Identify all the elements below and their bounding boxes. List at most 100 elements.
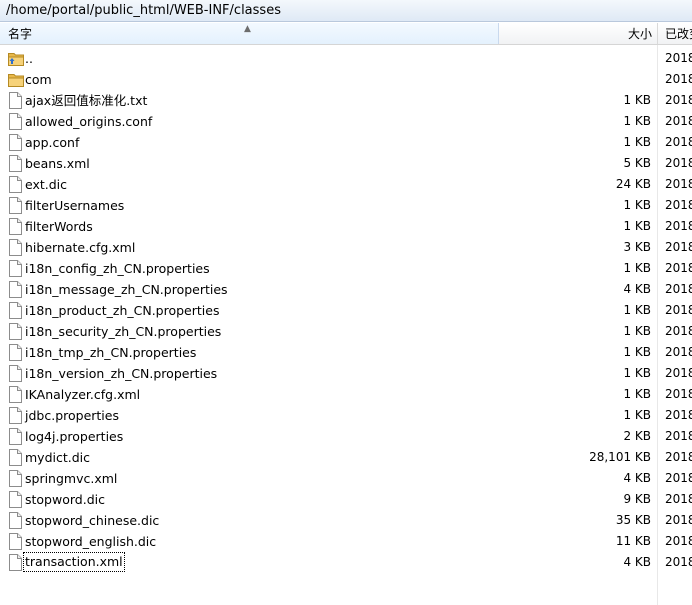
file-icon [8, 407, 22, 424]
file-row[interactable]: IKAnalyzer.cfg.xml 1 KB 2018 [0, 384, 692, 405]
file-size: 1 KB [623, 135, 651, 149]
column-date-label: 已改变 [665, 27, 692, 41]
file-date: 2018 [665, 555, 692, 569]
file-icon [8, 323, 22, 340]
file-icon [8, 491, 22, 508]
file-row[interactable]: com 2018 [0, 69, 692, 90]
file-date: 2018 [665, 429, 692, 443]
file-date: 2018 [665, 471, 692, 485]
file-date: 2018 [665, 450, 692, 464]
file-row[interactable]: ajax返回值标准化.txt 1 KB 2018 [0, 90, 692, 111]
file-icon [8, 470, 22, 487]
path-text: /home/portal/public_html/WEB-INF/classes [6, 3, 281, 18]
file-row[interactable]: i18n_tmp_zh_CN.properties 1 KB 2018 [0, 342, 692, 363]
file-name: com [25, 72, 52, 87]
file-size: 1 KB [623, 408, 651, 422]
file-name: jdbc.properties [25, 408, 119, 423]
file-size: 11 KB [615, 534, 651, 548]
file-date: 2018 [665, 177, 692, 191]
file-date: 2018 [665, 324, 692, 338]
sort-ascending-icon: ▲ [244, 24, 251, 34]
file-list[interactable]: .. 2018 com 2018 ajax返回值标准化.txt 1 KB 2018 allow… [0, 48, 692, 573]
file-name: i18n_config_zh_CN.properties [25, 261, 210, 276]
file-name: stopword_english.dic [25, 534, 157, 549]
file-icon [8, 365, 22, 382]
file-row[interactable]: stopword_english.dic 11 KB 2018 [0, 531, 692, 552]
file-icon [8, 386, 22, 403]
file-name: beans.xml [25, 156, 90, 171]
file-name: stopword_chinese.dic [25, 513, 160, 528]
file-row[interactable]: i18n_security_zh_CN.properties 1 KB 2018 [0, 321, 692, 342]
file-row[interactable]: i18n_version_zh_CN.properties 1 KB 2018 [0, 363, 692, 384]
file-name: allowed_origins.conf [25, 114, 153, 129]
file-icon [8, 113, 22, 130]
file-size: 1 KB [623, 198, 651, 212]
file-date: 2018 [665, 240, 692, 254]
up-folder-icon [8, 51, 24, 68]
file-row[interactable]: .. 2018 [0, 48, 692, 69]
file-row[interactable]: stopword.dic 9 KB 2018 [0, 489, 692, 510]
file-name: log4j.properties [25, 429, 124, 444]
file-row[interactable]: log4j.properties 2 KB 2018 [0, 426, 692, 447]
file-size: 1 KB [623, 303, 651, 317]
file-size: 1 KB [623, 93, 651, 107]
file-row[interactable]: springmvc.xml 4 KB 2018 [0, 468, 692, 489]
column-header-size[interactable]: 大小 [500, 23, 658, 44]
file-name: ajax返回值标准化.txt [25, 93, 148, 108]
file-date: 2018 [665, 303, 692, 317]
file-row[interactable]: transaction.xml 4 KB 2018 [0, 552, 692, 573]
file-row[interactable]: mydict.dic 28,101 KB 2018 [0, 447, 692, 468]
file-name: springmvc.xml [25, 471, 118, 486]
file-row[interactable]: filterUsernames 1 KB 2018 [0, 195, 692, 216]
file-icon [8, 218, 22, 235]
file-size: 5 KB [623, 156, 651, 170]
file-size: 4 KB [623, 471, 651, 485]
file-name: transaction.xml [23, 552, 125, 572]
file-row[interactable]: i18n_message_zh_CN.properties 4 KB 2018 [0, 279, 692, 300]
file-icon [8, 302, 22, 319]
file-row[interactable]: ext.dic 24 KB 2018 [0, 174, 692, 195]
file-date: 2018 [665, 282, 692, 296]
file-row[interactable]: allowed_origins.conf 1 KB 2018 [0, 111, 692, 132]
file-icon [8, 155, 22, 172]
file-icon [8, 239, 22, 256]
file-icon [8, 533, 22, 550]
file-size: 1 KB [623, 366, 651, 380]
file-date: 2018 [665, 261, 692, 275]
file-row[interactable]: beans.xml 5 KB 2018 [0, 153, 692, 174]
file-row[interactable]: jdbc.properties 1 KB 2018 [0, 405, 692, 426]
file-icon [8, 554, 22, 571]
column-header-name[interactable]: 名字 ▲ [0, 23, 499, 44]
file-name: .. [25, 51, 33, 66]
file-row[interactable]: i18n_config_zh_CN.properties 1 KB 2018 [0, 258, 692, 279]
file-name: i18n_product_zh_CN.properties [25, 303, 220, 318]
file-size: 1 KB [623, 261, 651, 275]
file-size: 1 KB [623, 219, 651, 233]
file-name: hibernate.cfg.xml [25, 240, 136, 255]
file-icon [8, 260, 22, 277]
file-icon [8, 428, 22, 445]
file-icon [8, 449, 22, 466]
file-date: 2018 [665, 51, 692, 65]
file-name: i18n_version_zh_CN.properties [25, 366, 218, 381]
file-size: 1 KB [623, 324, 651, 338]
file-size: 35 KB [615, 513, 651, 527]
path-bar[interactable]: /home/portal/public_html/WEB-INF/classes [0, 0, 692, 22]
file-row[interactable]: filterWords 1 KB 2018 [0, 216, 692, 237]
file-date: 2018 [665, 93, 692, 107]
file-icon [8, 197, 22, 214]
file-name: i18n_message_zh_CN.properties [25, 282, 228, 297]
file-row[interactable]: i18n_product_zh_CN.properties 1 KB 2018 [0, 300, 692, 321]
file-date: 2018 [665, 366, 692, 380]
file-date: 2018 [665, 198, 692, 212]
column-header: 名字 ▲ 大小 已改变 [0, 23, 692, 45]
column-header-date[interactable]: 已改变 [659, 23, 692, 44]
file-row[interactable]: app.conf 1 KB 2018 [0, 132, 692, 153]
file-row[interactable]: hibernate.cfg.xml 3 KB 2018 [0, 237, 692, 258]
file-name: i18n_tmp_zh_CN.properties [25, 345, 197, 360]
file-date: 2018 [665, 345, 692, 359]
file-name: stopword.dic [25, 492, 105, 507]
file-size: 2 KB [623, 429, 651, 443]
file-row[interactable]: stopword_chinese.dic 35 KB 2018 [0, 510, 692, 531]
file-icon [8, 344, 22, 361]
